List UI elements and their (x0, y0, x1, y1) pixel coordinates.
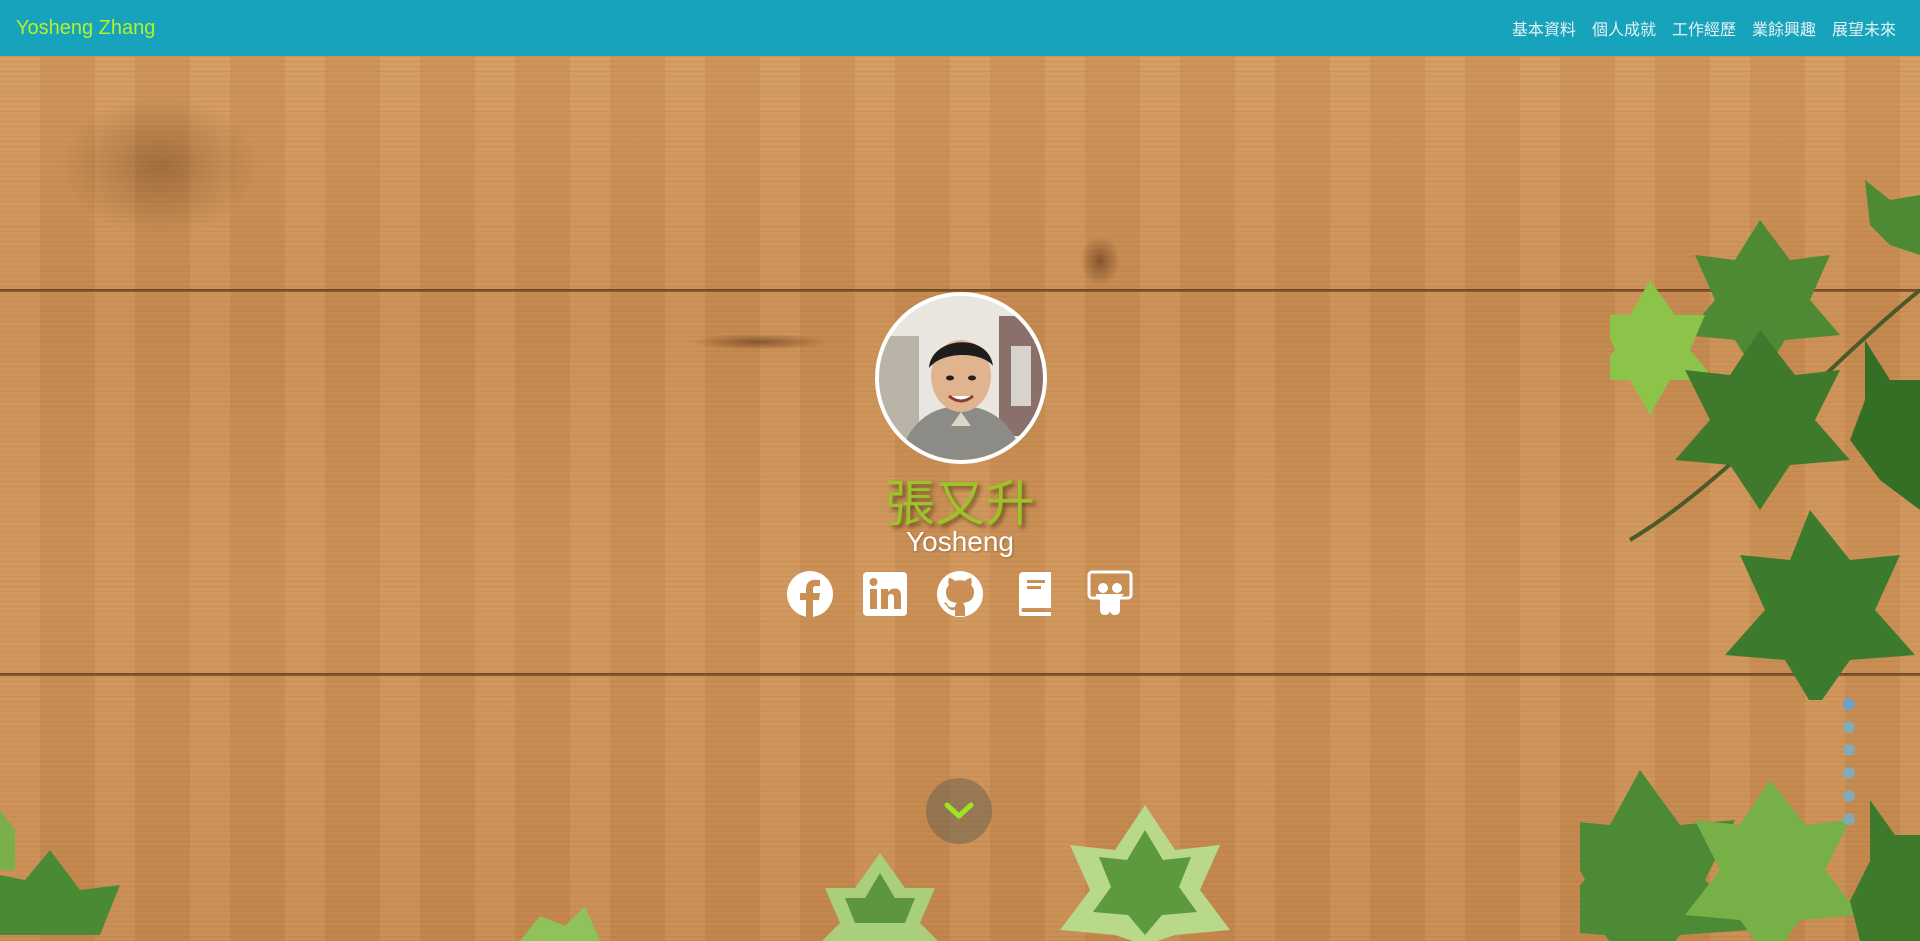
section-dot[interactable] (1843, 744, 1855, 756)
ivy-leaves-bottom-right (1580, 770, 1920, 941)
section-dots (1843, 698, 1855, 825)
linkedin-icon[interactable] (861, 570, 909, 618)
facebook-icon[interactable] (786, 570, 834, 618)
book-icon[interactable] (1011, 570, 1059, 618)
nav-links: 基本資料 個人成就 工作經歷 業餘興趣 展望未來 (1512, 0, 1896, 56)
top-navbar: Yosheng Zhang 基本資料 個人成就 工作經歷 業餘興趣 展望未來 (0, 0, 1920, 56)
ivy-leaves-bottom-left (0, 810, 120, 935)
nav-link-work-experience[interactable]: 工作經歷 (1672, 16, 1736, 40)
wood-knot (1080, 236, 1120, 286)
nav-link-basic-info[interactable]: 基本資料 (1512, 16, 1576, 40)
nav-link-achievements[interactable]: 個人成就 (1592, 16, 1656, 40)
ivy-leaf-bottom-left-small (520, 906, 600, 941)
ivy-leaf-bottom-center-left (822, 853, 938, 941)
ivy-leaves-right (1610, 180, 1920, 700)
avatar-photo (879, 296, 1043, 460)
slideshare-icon[interactable] (1086, 570, 1134, 618)
nav-link-hobbies[interactable]: 業餘興趣 (1752, 16, 1816, 40)
name-english: Yosheng (906, 526, 1014, 557)
wood-knot (690, 334, 830, 350)
section-dot[interactable] (1843, 790, 1855, 802)
ivy-leaf-bottom-center (1060, 805, 1230, 941)
nav-link-future[interactable]: 展望未來 (1832, 16, 1896, 40)
section-dot[interactable] (1843, 721, 1855, 733)
section-dot[interactable] (1843, 698, 1855, 710)
chevron-down-icon (944, 802, 974, 819)
scroll-down-button[interactable] (926, 778, 992, 844)
profile-avatar (875, 292, 1047, 464)
github-icon[interactable] (936, 570, 984, 618)
section-dot[interactable] (1843, 767, 1855, 779)
wood-knot (60, 96, 260, 236)
social-links (786, 568, 1134, 620)
section-dot[interactable] (1843, 813, 1855, 825)
brand-link[interactable]: Yosheng Zhang (16, 0, 155, 56)
